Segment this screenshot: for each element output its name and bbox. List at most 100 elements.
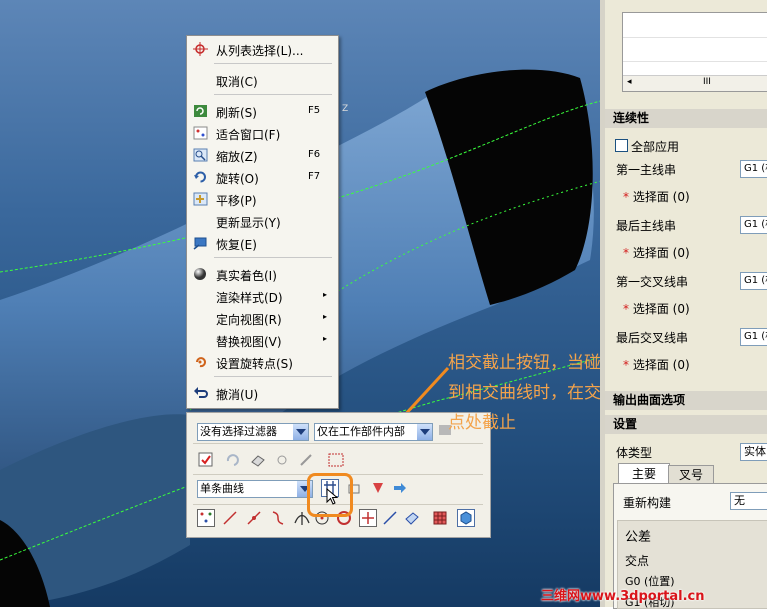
menu-item-fit-window[interactable]: 适合窗口(F) (187, 122, 338, 144)
first-primary-value: G1 (相 (744, 163, 767, 174)
menu-item-zoom[interactable]: 缩放(Z) F6 (187, 144, 338, 166)
restore-icon (193, 236, 208, 250)
required-star: * (623, 190, 629, 204)
body-type-select[interactable]: 实体 (740, 443, 767, 461)
select-all-icon[interactable] (197, 451, 215, 469)
existing-point-icon[interactable] (359, 509, 377, 527)
menu-item-set-rotation-point[interactable]: 设置旋转点(S) (187, 351, 338, 373)
menu-label: 替换视图(V) (216, 335, 282, 349)
menu-item-cancel[interactable]: 取消(C) (187, 69, 338, 91)
point-on-surface-icon[interactable] (403, 509, 421, 527)
menu-item-orient-view[interactable]: 定向视图(R) ▸ (187, 307, 338, 329)
curve-rule-value: 单条曲线 (200, 482, 244, 495)
select-face-last-cross[interactable]: * 选择面 (0) (623, 356, 690, 373)
required-star: * (623, 358, 629, 372)
tab-cross-label: 叉号 (678, 468, 703, 482)
feature-curves-icon[interactable] (369, 479, 387, 497)
rectangle-select-icon[interactable] (327, 451, 345, 469)
menu-label: 旋转(O) (216, 172, 259, 186)
selection-scope-select[interactable]: 仅在工作部件内部 (314, 423, 433, 441)
first-cross-label: 第一交叉线串 (616, 275, 689, 289)
last-cross-select[interactable]: G1 (相 (740, 328, 767, 346)
menu-item-undo[interactable]: 撤消(U) (187, 382, 338, 404)
menu-item-pan[interactable]: 平移(P) (187, 188, 338, 210)
control-point-icon[interactable] (269, 509, 287, 527)
list-box[interactable]: ◂ III (622, 12, 767, 92)
crosshair-icon (193, 42, 208, 56)
rotation-point-icon (193, 355, 208, 369)
menu-item-true-shading[interactable]: 真实着色(I) (187, 263, 338, 285)
menu-label: 定向视图(R) (216, 313, 282, 327)
select-face-last-primary[interactable]: * 选择面 (0) (623, 244, 690, 261)
undo-icon (193, 386, 208, 400)
solid-body-icon[interactable] (457, 509, 475, 527)
menu-separator (214, 94, 332, 95)
curve-rule-select[interactable]: 单条曲线 (197, 480, 313, 498)
select-face-label: 选择面 (0) (632, 358, 690, 372)
zoom-icon (193, 148, 208, 162)
tab-cross[interactable]: 叉号 (668, 465, 714, 484)
chevron-down-icon (417, 424, 432, 440)
arrow-right-icon[interactable] (391, 479, 409, 497)
menu-label: 撤消(U) (216, 388, 259, 402)
first-primary-label: 第一主线串 (616, 163, 677, 177)
menu-label: 更新显示(Y) (216, 216, 281, 230)
type-filter-select[interactable]: 没有选择过滤器 (197, 423, 309, 441)
fit-window-icon (193, 126, 208, 140)
reverse-selection-icon[interactable] (225, 451, 243, 469)
section-continuity[interactable]: 连续性 (605, 109, 767, 128)
section-output-options[interactable]: 输出曲面选项 (605, 391, 767, 410)
menu-item-restore[interactable]: 恢复(E) (187, 232, 338, 254)
eraser-icon[interactable] (249, 451, 267, 469)
last-primary-label: 最后主线串 (616, 219, 677, 233)
section-title: 设置 (613, 417, 638, 431)
snap-all-icon[interactable] (197, 509, 215, 527)
body-type-value: 实体 (744, 445, 766, 458)
chevron-down-icon (293, 424, 308, 440)
menu-label: 设置旋转点(S) (216, 357, 293, 371)
menu-item-refresh[interactable]: 刷新(S) F5 (187, 100, 338, 122)
point-on-curve-icon[interactable] (381, 509, 399, 527)
scroll-thumb[interactable]: III (703, 77, 711, 87)
pick-icon[interactable] (297, 451, 315, 469)
submenu-arrow-icon: ▸ (323, 312, 328, 321)
required-star: * (623, 246, 629, 260)
rebuild-label: 重新构建 (623, 496, 672, 510)
snap-point-icon[interactable] (273, 451, 291, 469)
apply-all-label: 全部应用 (631, 140, 680, 154)
first-cross-select[interactable]: G1 (相 (740, 272, 767, 290)
select-face-first-primary[interactable]: * 选择面 (0) (623, 188, 690, 205)
tab-main[interactable]: 主要 (618, 463, 670, 484)
submenu-arrow-icon: ▸ (323, 334, 328, 343)
last-cross-label: 最后交叉线串 (616, 331, 689, 345)
mouse-cursor-icon (326, 488, 339, 505)
scroll-left-icon[interactable]: ◂ (627, 77, 632, 87)
select-face-first-cross[interactable]: * 选择面 (0) (623, 300, 690, 317)
annotation-line: 点处截止 (448, 413, 516, 433)
grid-icon[interactable] (431, 509, 449, 527)
true-shading-icon (193, 267, 208, 281)
view-context-menu: 从列表选择(L)... 取消(C) 刷新(S) F5 适合窗口(F) 缩放(Z)… (186, 35, 339, 409)
apply-all-checkbox[interactable] (615, 139, 628, 152)
menu-item-rotate[interactable]: 旋转(O) F7 (187, 166, 338, 188)
select-face-label: 选择面 (0) (632, 190, 690, 204)
menu-shortcut: F5 (308, 105, 321, 116)
menu-label: 真实着色(I) (216, 269, 277, 283)
section-title: 连续性 (613, 111, 650, 125)
menu-shortcut: F7 (308, 171, 321, 182)
first-primary-select[interactable]: G1 (相 (740, 160, 767, 178)
menu-separator (214, 63, 332, 64)
last-primary-select[interactable]: G1 (相 (740, 216, 767, 234)
menu-item-update-display[interactable]: 更新显示(Y) (187, 210, 338, 232)
refresh-icon (193, 104, 208, 118)
rebuild-select[interactable]: 无 (730, 492, 767, 510)
submenu-arrow-icon: ▸ (323, 290, 328, 299)
horizontal-scrollbar[interactable]: ◂ III (623, 75, 767, 91)
menu-item-render-style[interactable]: 渲染样式(D) ▸ (187, 285, 338, 307)
menu-item-select-from-list[interactable]: 从列表选择(L)... (187, 38, 338, 60)
menu-label: 取消(C) (216, 75, 258, 89)
menu-item-replace-view[interactable]: 替换视图(V) ▸ (187, 329, 338, 351)
section-settings[interactable]: 设置 (605, 415, 767, 434)
midpoint-icon[interactable] (245, 509, 263, 527)
endpoint-icon[interactable] (221, 509, 239, 527)
